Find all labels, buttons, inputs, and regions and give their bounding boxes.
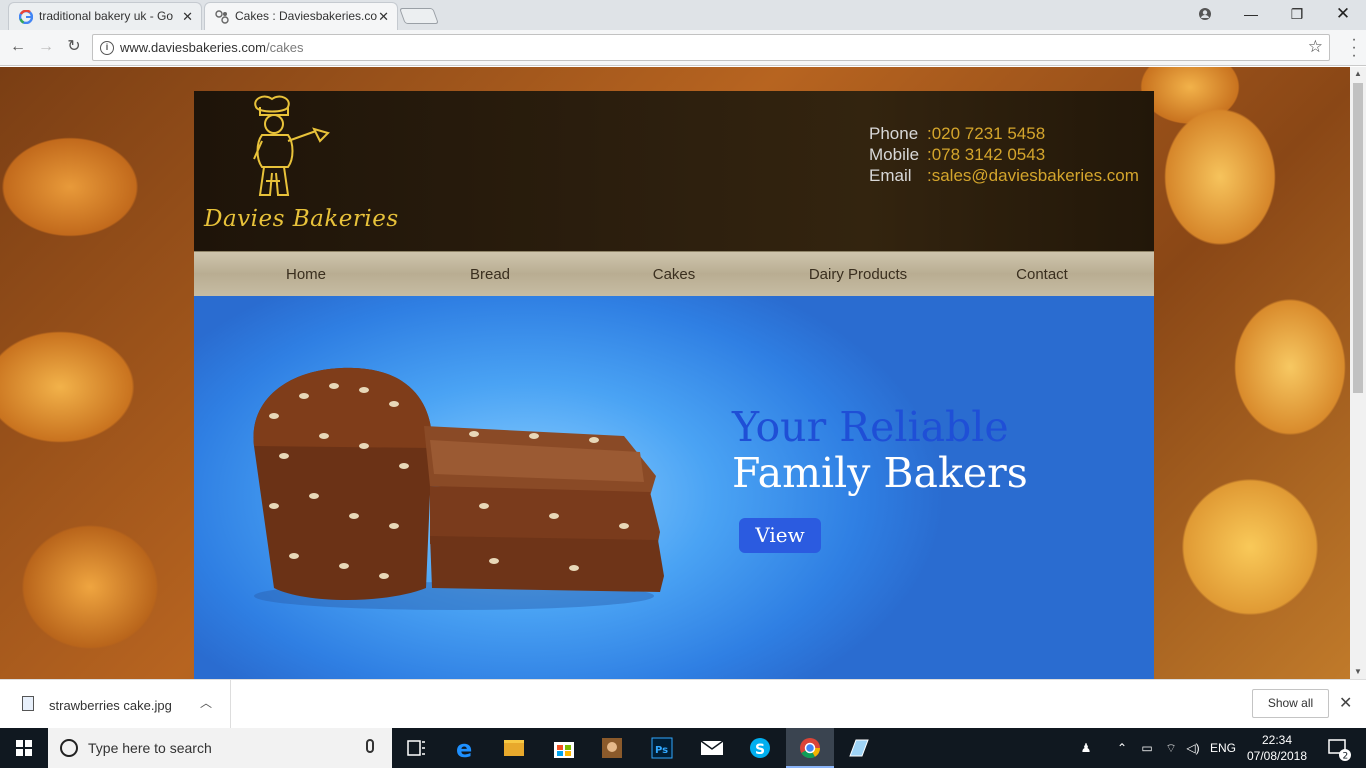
- screen: traditional bakery uk - Go ✕ Cakes : Dav…: [0, 0, 1366, 768]
- svg-text:S: S: [755, 742, 765, 758]
- taskbar-search[interactable]: Type here to search: [48, 728, 392, 768]
- puzzle-icon: [215, 10, 229, 24]
- nav-cakes[interactable]: Cakes: [582, 252, 766, 297]
- bakery-site: Davies Bakeries Phone :020 7231 5458 Mobi…: [194, 91, 1154, 679]
- menu-dots-icon[interactable]: · · ·: [1348, 32, 1360, 64]
- hero-banner: Your Reliable Family Bakers View: [194, 296, 1154, 679]
- clock-time: 22:34: [1261, 733, 1293, 747]
- chevron-up-tray-icon[interactable]: ⌃: [1112, 728, 1132, 768]
- file-explorer-icon[interactable]: [490, 728, 538, 768]
- tab-title: Cakes : Daviesbakeries.co: [235, 9, 378, 23]
- nav-contact[interactable]: Contact: [950, 252, 1134, 297]
- close-tab-icon[interactable]: ✕: [378, 3, 389, 30]
- scroll-up-icon[interactable]: ▲: [1350, 67, 1366, 81]
- scroll-down-icon[interactable]: ▼: [1350, 665, 1366, 679]
- address-bar[interactable]: i www.daviesbakeries.com/cakes ☆: [92, 34, 1330, 61]
- site-nav: Home Bread Cakes Dairy Products Contact: [194, 251, 1154, 296]
- photo-app-icon[interactable]: [588, 728, 636, 768]
- mobile-value: :078 3142 0543: [927, 145, 1046, 164]
- close-tab-icon[interactable]: ✕: [182, 3, 193, 30]
- bookmark-star-icon[interactable]: ☆: [1308, 37, 1323, 57]
- scrollbar-thumb[interactable]: [1353, 83, 1363, 393]
- minimize-button[interactable]: —: [1228, 0, 1274, 28]
- email-link[interactable]: :sales@daviesbakeries.com: [927, 166, 1139, 185]
- tab-google-search[interactable]: traditional bakery uk - Go ✕: [8, 2, 202, 30]
- info-icon[interactable]: i: [100, 41, 114, 55]
- notepad-icon[interactable]: [834, 728, 882, 768]
- forward-arrow-icon[interactable]: →: [34, 34, 58, 60]
- microphone-icon[interactable]: [366, 739, 374, 753]
- notification-count: 2: [1343, 752, 1349, 762]
- people-icon[interactable]: ♟: [1074, 728, 1098, 768]
- new-tab-button[interactable]: [399, 8, 439, 24]
- phone-value: :020 7231 5458: [927, 124, 1046, 143]
- action-center-icon[interactable]: 2: [1318, 728, 1358, 768]
- logo-text[interactable]: Davies Bakeries: [204, 206, 399, 232]
- system-clock[interactable]: 22:34 07/08/2018: [1244, 732, 1310, 764]
- task-view-icon[interactable]: [392, 728, 440, 768]
- contact-info: Phone :020 7231 5458 Mobile :078 3142 0543…: [869, 123, 1139, 186]
- google-g-icon: [19, 10, 33, 24]
- browser-toolbar: ← → ↻ i www.daviesbakeries.com/cakes ☆ ·…: [0, 30, 1366, 66]
- mobile-label: Mobile: [869, 145, 920, 164]
- download-filename: strawberries cake.jpg: [49, 698, 172, 713]
- hero-tagline: Your Reliable Family Bakers: [732, 404, 1028, 496]
- volume-icon[interactable]: ◁): [1182, 728, 1204, 768]
- windows-taskbar: Type here to search e Ps S ♟ ⌃ ▭ ⌔ ◁) EN…: [0, 728, 1366, 768]
- show-all-button[interactable]: Show all: [1252, 689, 1329, 718]
- back-arrow-icon[interactable]: ←: [6, 34, 30, 60]
- nav-bread[interactable]: Bread: [398, 252, 582, 297]
- url-text: www.daviesbakeries.com/cakes: [120, 40, 304, 55]
- seeded-bread-image: [253, 367, 664, 610]
- nav-home[interactable]: Home: [214, 252, 398, 297]
- close-download-bar-icon[interactable]: ✕: [1339, 693, 1352, 713]
- store-icon[interactable]: [540, 728, 588, 768]
- page-scrollbar[interactable]: ▲ ▼: [1350, 67, 1366, 679]
- email-label: Email: [869, 166, 912, 185]
- tagline-line1: Your Reliable: [732, 403, 1009, 451]
- photoshop-icon[interactable]: Ps: [638, 728, 686, 768]
- site-header: Davies Bakeries Phone :020 7231 5458 Mobi…: [194, 91, 1154, 251]
- language-indicator[interactable]: ENG: [1206, 728, 1240, 768]
- reload-icon[interactable]: ↻: [62, 34, 86, 60]
- skype-icon[interactable]: S: [736, 728, 784, 768]
- close-window-button[interactable]: ✕: [1320, 0, 1366, 28]
- tab-title: traditional bakery uk - Go: [39, 9, 174, 23]
- windows-start-icon[interactable]: [0, 728, 48, 768]
- download-bar: strawberries cake.jpg ︿ Show all ✕: [0, 679, 1366, 729]
- view-button[interactable]: View: [739, 518, 821, 553]
- nav-dairy-products[interactable]: Dairy Products: [766, 252, 950, 297]
- cortana-icon: [60, 739, 78, 757]
- page-viewport: Davies Bakeries Phone :020 7231 5458 Mobi…: [0, 67, 1350, 679]
- chevron-up-icon[interactable]: ︿: [200, 694, 212, 711]
- chrome-icon[interactable]: [786, 728, 834, 768]
- clock-date: 07/08/2018: [1246, 749, 1308, 763]
- restore-button[interactable]: ❐: [1274, 0, 1320, 28]
- search-placeholder: Type here to search: [88, 740, 212, 756]
- image-file-icon: [22, 696, 34, 711]
- tab-daviesbakeries[interactable]: Cakes : Daviesbakeries.co ✕: [204, 2, 398, 30]
- wifi-icon[interactable]: ⌔: [1160, 728, 1182, 768]
- tab-strip: traditional bakery uk - Go ✕ Cakes : Dav…: [0, 0, 1366, 30]
- edge-browser-icon[interactable]: e: [442, 728, 490, 768]
- mail-icon[interactable]: [688, 728, 736, 768]
- phone-label: Phone: [869, 124, 919, 143]
- battery-icon[interactable]: ▭: [1136, 728, 1158, 768]
- tagline-line2: Family Bakers: [732, 449, 1028, 497]
- svg-text:e: e: [456, 735, 472, 763]
- profile-icon[interactable]: [1182, 0, 1228, 28]
- svg-text:Ps: Ps: [655, 745, 668, 756]
- download-item[interactable]: strawberries cake.jpg ︿: [0, 680, 231, 729]
